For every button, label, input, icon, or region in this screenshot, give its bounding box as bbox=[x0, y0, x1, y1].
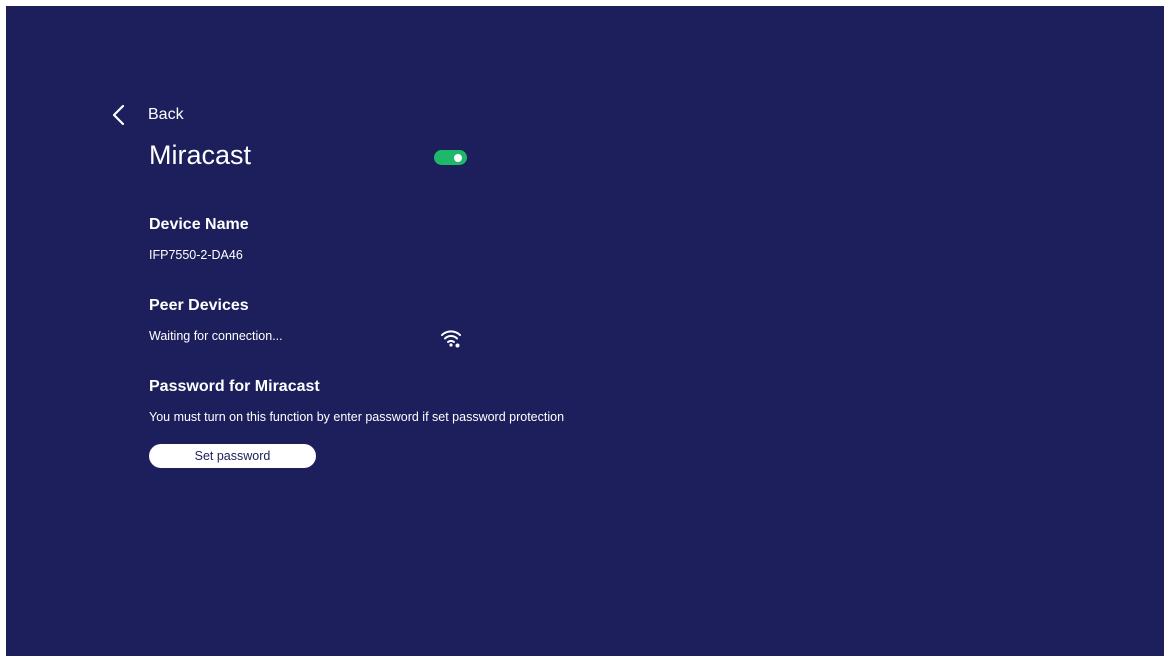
set-password-button[interactable]: Set password bbox=[149, 444, 316, 468]
peer-devices-status: Waiting for connection... bbox=[149, 329, 283, 343]
back-label: Back bbox=[148, 106, 184, 123]
miracast-toggle[interactable] bbox=[434, 150, 467, 165]
device-name-heading: Device Name bbox=[149, 216, 249, 233]
back-button[interactable]: Back bbox=[110, 102, 184, 128]
password-heading: Password for Miracast bbox=[149, 378, 320, 395]
chevron-left-icon bbox=[112, 104, 125, 126]
page-title: Miracast bbox=[149, 140, 252, 170]
password-description: You must turn on this function by enter … bbox=[149, 410, 565, 424]
wifi-searching-icon bbox=[441, 330, 461, 348]
miracast-settings-screen: Back Miracast Device Name IFP7550-2-DA46… bbox=[6, 6, 1164, 656]
toggle-knob bbox=[454, 153, 462, 162]
peer-devices-heading: Peer Devices bbox=[149, 297, 249, 314]
device-name-value: IFP7550-2-DA46 bbox=[149, 248, 243, 262]
